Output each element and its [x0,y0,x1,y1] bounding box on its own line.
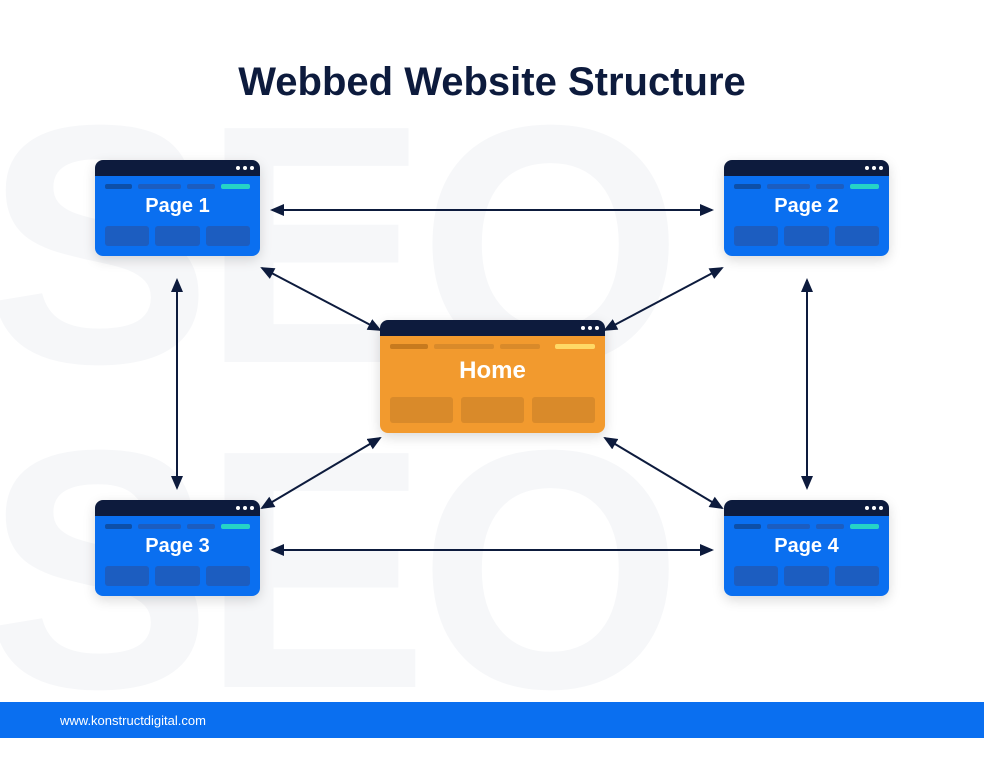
nav-bar-accent [221,524,250,529]
content-block [835,566,879,586]
nav-bar-segment [767,184,810,189]
page-node-1: Page 1 [95,160,260,256]
nav-bar-segment [187,184,216,189]
content-block [206,226,250,246]
node-label: Page 1 [105,195,250,218]
nav-bar-segment [434,344,494,349]
window-dot-icon [243,166,247,170]
nav-bar-accent [221,184,250,189]
node-label: Home [390,357,595,385]
window-dot-icon [865,166,869,170]
nav-bar-segment [816,184,845,189]
window-dot-icon [588,326,592,330]
nav-bar-accent [850,184,879,189]
browser-titlebar [95,160,260,176]
nav-bar-segment [767,524,810,529]
window-dot-icon [250,506,254,510]
nav-bar-segment [734,524,761,529]
window-dot-icon [595,326,599,330]
window-dot-icon [879,166,883,170]
nav-bar-segment [816,524,845,529]
nav-bar-segment [138,184,181,189]
browser-titlebar [380,320,605,336]
home-node: Home [380,320,605,433]
content-block [734,566,778,586]
nav-bar-segment [187,524,216,529]
node-label: Page 2 [734,195,879,218]
nav-bar-segment [390,344,428,349]
content-block [532,397,595,423]
page-node-3: Page 3 [95,500,260,596]
content-block [784,566,828,586]
browser-titlebar [724,160,889,176]
content-block [784,226,828,246]
nav-bar-segment [105,184,132,189]
content-block [734,226,778,246]
nav-bar-segment [734,184,761,189]
window-dot-icon [250,166,254,170]
footer-bar: www.konstructdigital.com [0,702,984,738]
node-label: Page 4 [734,535,879,558]
window-dot-icon [243,506,247,510]
nav-bar-segment [138,524,181,529]
nav-bar-accent [850,524,879,529]
window-dot-icon [581,326,585,330]
window-dot-icon [236,506,240,510]
content-block [461,397,524,423]
node-label: Page 3 [105,535,250,558]
content-block [835,226,879,246]
nav-bar-segment [500,344,540,349]
footer-url: www.konstructdigital.com [60,713,206,728]
content-block [155,566,199,586]
window-dot-icon [872,166,876,170]
content-block [105,226,149,246]
window-dot-icon [236,166,240,170]
page-node-2: Page 2 [724,160,889,256]
content-block [105,566,149,586]
window-dot-icon [865,506,869,510]
page-node-4: Page 4 [724,500,889,596]
browser-titlebar [724,500,889,516]
content-block [390,397,453,423]
nav-bar-segment [105,524,132,529]
window-dot-icon [872,506,876,510]
diagram-title: Webbed Website Structure [0,60,984,105]
content-block [155,226,199,246]
nav-bar-accent [555,344,595,349]
window-dot-icon [879,506,883,510]
browser-titlebar [95,500,260,516]
content-block [206,566,250,586]
